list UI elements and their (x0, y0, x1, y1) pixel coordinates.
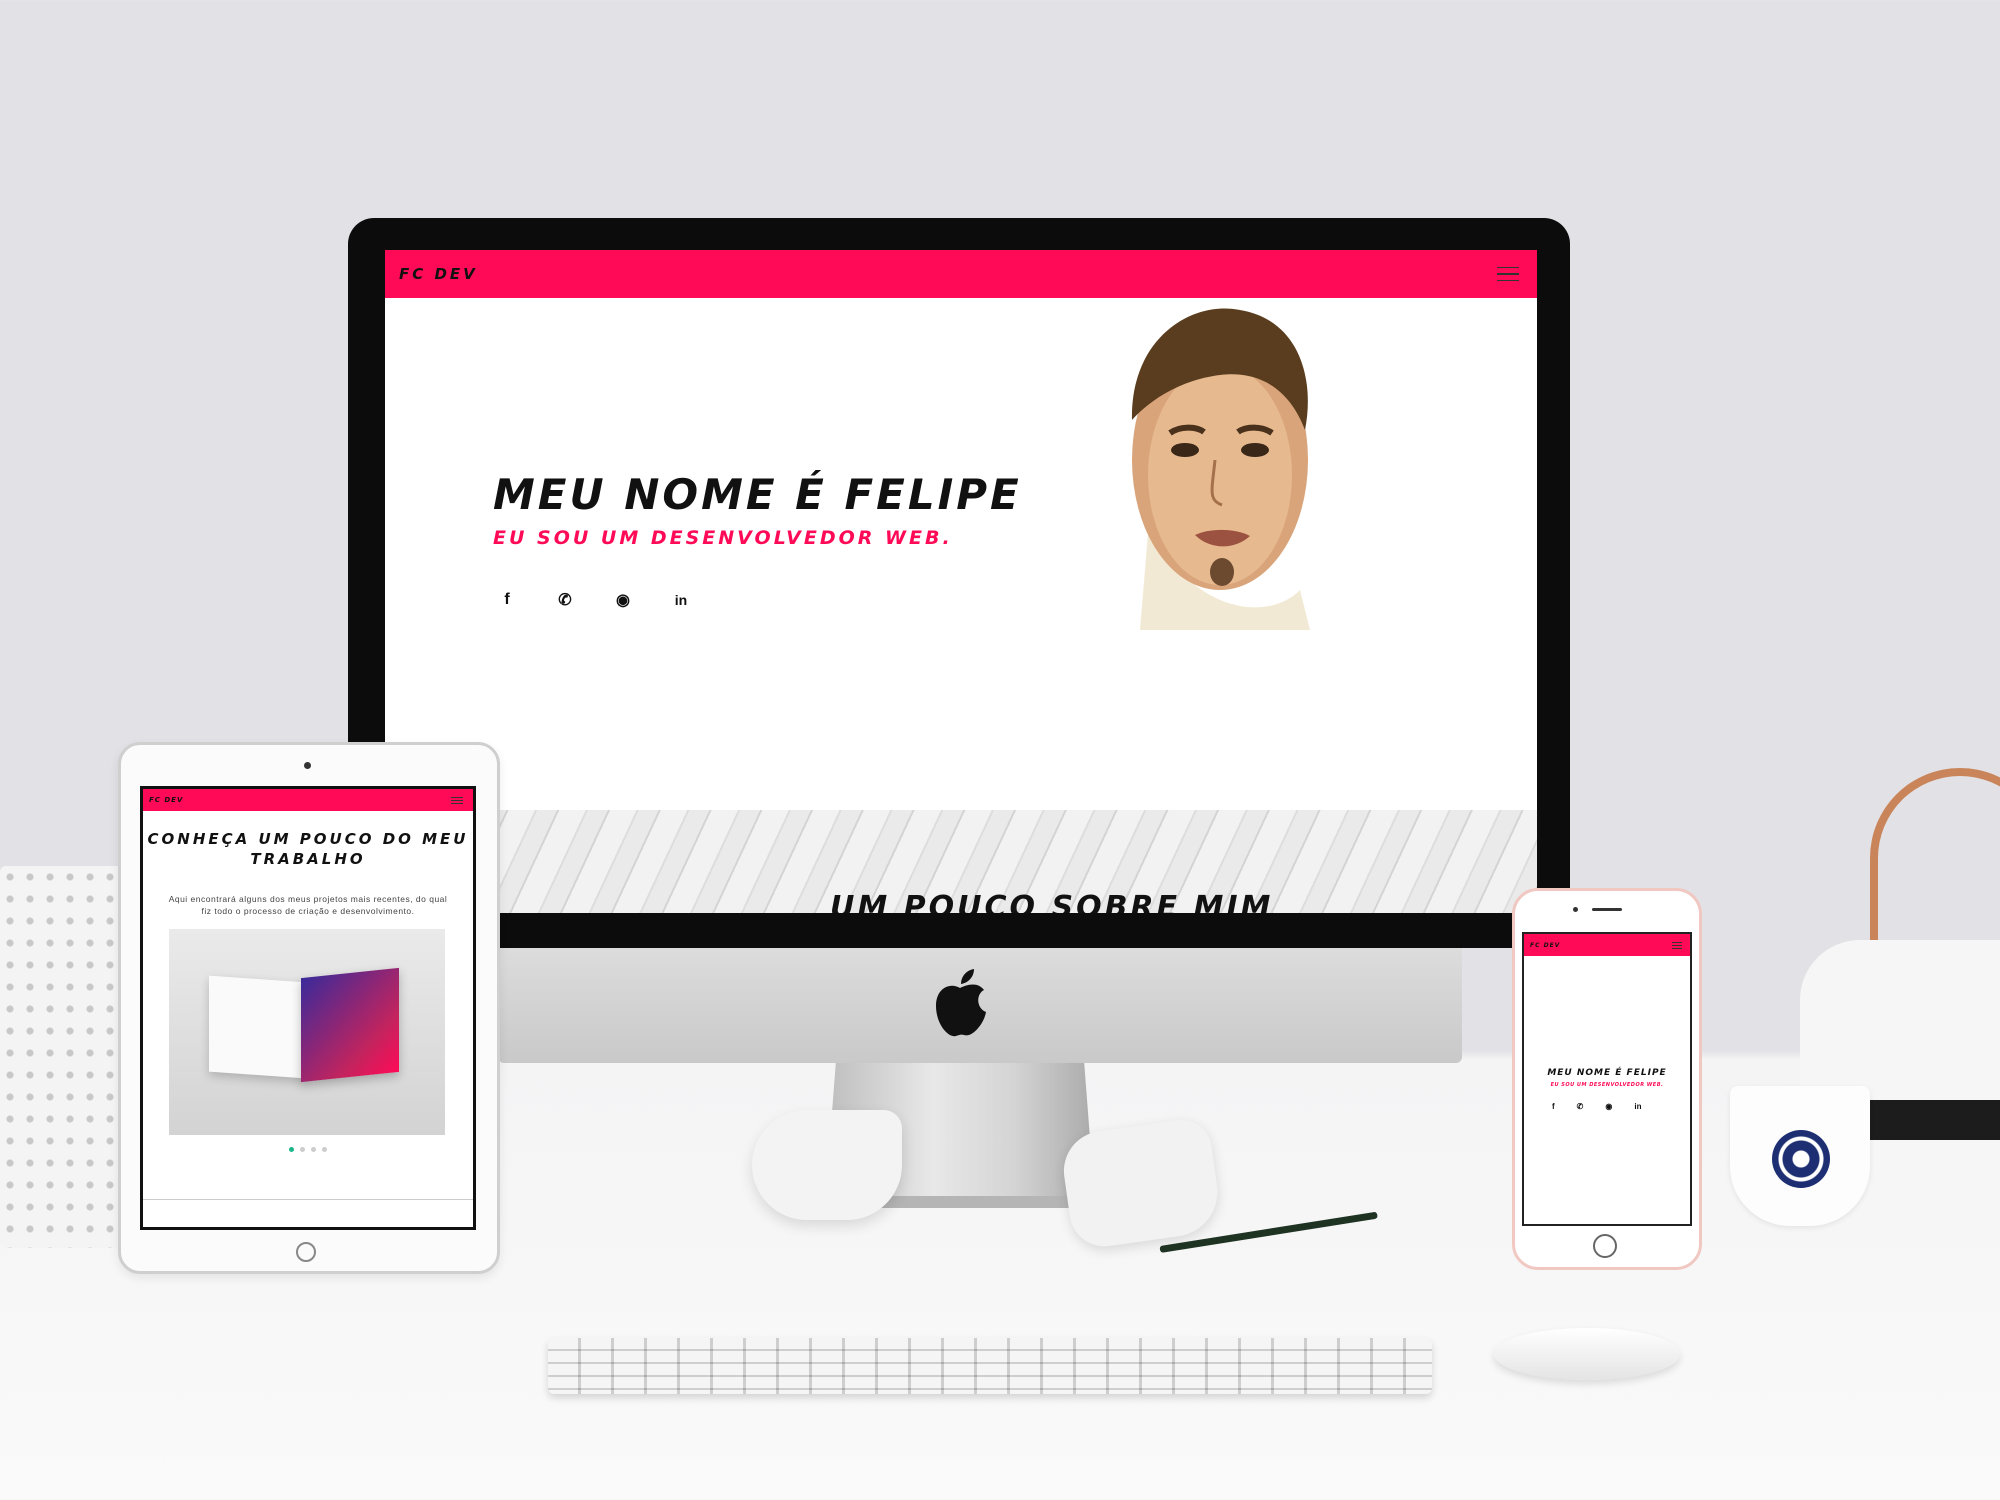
cup-flower-pattern (1772, 1130, 1830, 1188)
desktop-website-screen: FC DEV MEU NOME É FELIPE EU SOU UM DESEN… (385, 250, 1537, 913)
tablet-website-screen: FC DEV CONHEÇA UM POUCO DO MEU TRABALHO … (140, 786, 476, 1230)
project-screenshot-carousel[interactable] (169, 929, 445, 1135)
carousel-dot[interactable] (300, 1147, 305, 1152)
hamburger-menu-icon[interactable] (1672, 941, 1682, 949)
linkedin-icon[interactable]: in (671, 590, 691, 610)
phone-navbar: FC DEV (1524, 934, 1690, 956)
projects-heading-line-1: CONHEÇA UM POUCO DO MEU (147, 830, 469, 848)
apple-logo-icon (936, 969, 986, 1037)
project-mockup-page-gradient (301, 967, 399, 1083)
brand-logo[interactable]: FC DEV (149, 796, 183, 804)
portrait-illustration (1131, 308, 1310, 630)
carousel-dot[interactable] (289, 1147, 294, 1152)
brand-logo[interactable]: FC DEV (1530, 942, 1560, 949)
iphone-camera (1573, 907, 1578, 912)
hero-title: MEU NOME É FELIPE (493, 470, 1022, 519)
teapot-handle (1870, 768, 2000, 948)
carousel-dots (143, 1147, 473, 1152)
projects-description: Aqui encontrará alguns dos meus projetos… (168, 894, 448, 916)
linkedin-icon[interactable]: in (1634, 1102, 1641, 1111)
carousel-dot[interactable] (311, 1147, 316, 1152)
hamburger-menu-icon[interactable] (1497, 266, 1519, 282)
github-icon[interactable]: ◉ (1605, 1102, 1612, 1111)
github-icon[interactable]: ◉ (613, 590, 633, 610)
facebook-icon[interactable]: f (497, 590, 517, 610)
social-links: f ✆ ◉ in (497, 590, 691, 610)
facebook-icon[interactable]: f (1552, 1102, 1555, 1111)
whatsapp-icon[interactable]: ✆ (1577, 1102, 1584, 1111)
ipad-home-button (296, 1242, 316, 1262)
whatsapp-icon[interactable]: ✆ (555, 590, 575, 610)
perforated-candle-holder (0, 866, 118, 1248)
keyboard (548, 1338, 1432, 1394)
ipad-camera (304, 762, 311, 769)
iphone-home-button (1593, 1234, 1617, 1258)
magic-mouse (1494, 1328, 1680, 1380)
hamburger-menu-icon[interactable] (451, 796, 463, 804)
projects-heading-line-2: TRABALHO (250, 850, 366, 868)
hero-subtitle: EU SOU UM DESENVOLVEDOR WEB. (493, 527, 953, 549)
crumpled-paper (1058, 1116, 1224, 1251)
phone-hero-subtitle: EU SOU UM DESENVOLVEDOR WEB. (1550, 1082, 1664, 1088)
phone-hero-title: MEU NOME É FELIPE (1547, 1068, 1667, 1078)
brand-logo[interactable]: FC DEV (399, 265, 478, 283)
phone-social-links: f ✆ ◉ in (1552, 1102, 1641, 1111)
carousel-dot[interactable] (322, 1147, 327, 1152)
section-divider (143, 1199, 473, 1200)
projects-heading: CONHEÇA UM POUCO DO MEU TRABALHO (143, 829, 473, 869)
iphone-speaker (1592, 908, 1622, 911)
ceramic-bird (752, 1110, 902, 1220)
project-mockup-page-white (209, 975, 305, 1079)
phone-website-screen: FC DEV MEU NOME É FELIPE EU SOU UM DESEN… (1522, 932, 1692, 1226)
desktop-navbar: FC DEV (385, 250, 1537, 298)
about-section-title: UM POUCO SOBRE MIM (830, 890, 1274, 913)
tablet-navbar: FC DEV (143, 789, 473, 811)
